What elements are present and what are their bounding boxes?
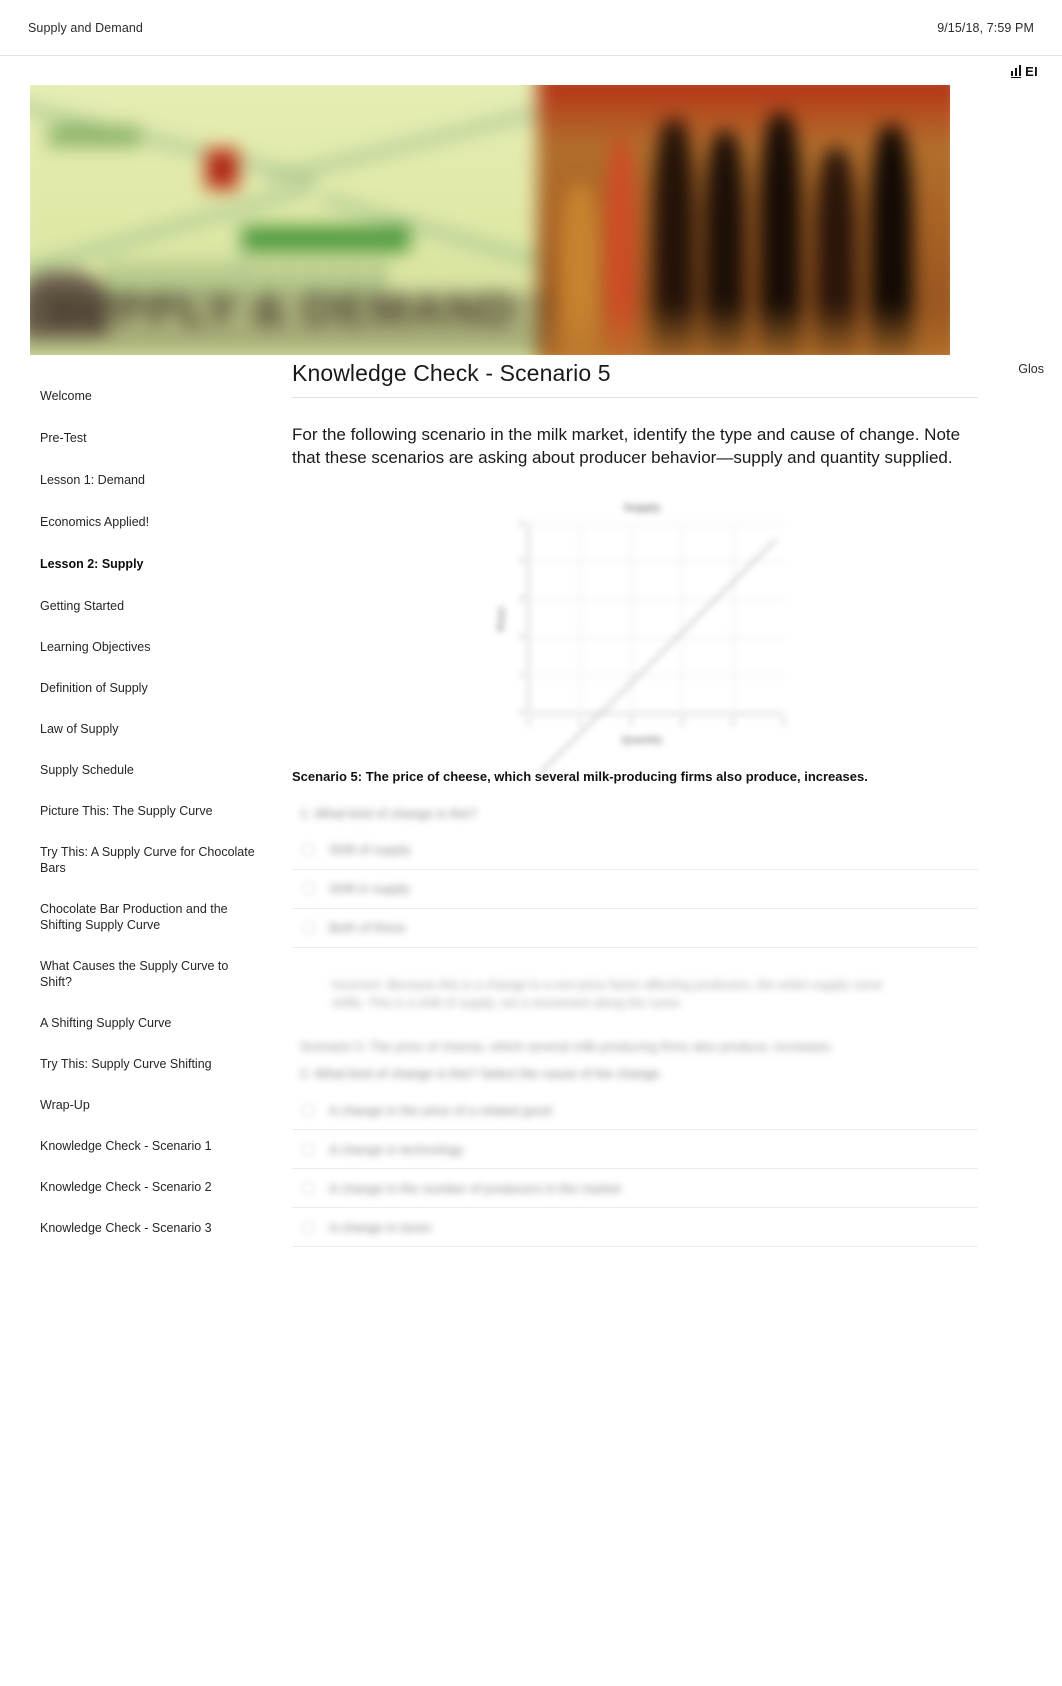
chart-y-tick: 2 bbox=[519, 632, 524, 642]
chart-title: Supply bbox=[623, 501, 661, 514]
sidebar-item-chocolate-bar-production[interactable]: Chocolate Bar Production and the Shiftin… bbox=[40, 901, 255, 933]
sidebar-item-try-this-chocolate-bars[interactable]: Try This: A Supply Curve for Chocolate B… bbox=[40, 844, 255, 876]
main-content: Knowledge Check - Scenario 5 For the fol… bbox=[292, 360, 978, 1251]
sidebar-item-pre-test[interactable]: Pre-Test bbox=[40, 430, 255, 446]
radio-button-icon[interactable] bbox=[302, 1181, 315, 1195]
question-2-option-row[interactable]: A change in taxes bbox=[292, 1208, 978, 1248]
chart-y-tick: 5 bbox=[519, 519, 524, 529]
sidebar-item-lesson-2-supply[interactable]: Lesson 2: Supply bbox=[40, 556, 255, 572]
option-label: Both of these bbox=[329, 920, 406, 936]
chart-x-axis-label: Quantity bbox=[621, 734, 663, 746]
radio-button-icon[interactable] bbox=[302, 921, 315, 935]
question-2-prompt: 2. What kind of change is this? Select t… bbox=[300, 1066, 663, 1082]
question-2-option-row[interactable]: A change in the number of producers in t… bbox=[292, 1169, 978, 1209]
chart-y-tick: 3 bbox=[519, 594, 524, 604]
question-1-option-row[interactable]: Shift in supply bbox=[292, 870, 978, 909]
option-label: A change in taxes bbox=[329, 1219, 432, 1235]
chart-y-tick: 4 bbox=[519, 556, 524, 566]
print-header: Supply and Demand 9/15/18, 7:59 PM bbox=[0, 0, 1062, 56]
title-divider bbox=[292, 397, 978, 398]
sidebar-item-learning-objectives[interactable]: Learning Objectives bbox=[40, 639, 255, 655]
chart-y-tick: 0 bbox=[519, 708, 524, 718]
sidebar-item-picture-this-supply-curve[interactable]: Picture This: The Supply Curve bbox=[40, 803, 255, 819]
banner-market-photo bbox=[537, 85, 950, 355]
sidebar-item-economics-applied[interactable]: Economics Applied! bbox=[40, 514, 255, 530]
option-label: Shift in supply bbox=[329, 881, 410, 897]
sidebar-item-law-of-supply[interactable]: Law of Supply bbox=[40, 721, 255, 737]
chart-plot-area: 0 1 2 3 4 5 0 1 2 3 4 5 bbox=[519, 519, 786, 714]
sidebar-item-knowledge-check-scenario-3[interactable]: Knowledge Check - Scenario 3 bbox=[40, 1220, 255, 1236]
sidebar-item-a-shifting-supply-curve[interactable]: A Shifting Supply Curve bbox=[40, 1015, 255, 1031]
option-label: A change in the price of a related good bbox=[329, 1102, 552, 1118]
document-title: Supply and Demand bbox=[28, 20, 143, 35]
radio-button-icon[interactable] bbox=[302, 1103, 315, 1117]
supply-curve-chart-wrap: Supply Price 0 1 2 3 4 5 0 1 2 3 4 5 Qua… bbox=[292, 492, 978, 762]
question-1-prompt: 1. What kind of change is this? bbox=[300, 805, 478, 821]
glossary-link[interactable]: Glos bbox=[1018, 362, 1044, 376]
course-sidebar-nav: Welcome Pre-Test Lesson 1: Demand Econom… bbox=[0, 378, 290, 1261]
sidebar-item-what-causes-shift[interactable]: What Causes the Supply Curve to Shift? bbox=[40, 958, 255, 990]
question-2-scenario-heading: Scenario 5: The price of cheese, which s… bbox=[300, 1039, 834, 1055]
question-2-option-row[interactable]: A change in technology bbox=[292, 1130, 978, 1170]
option-label: A change in the number of producers in t… bbox=[329, 1180, 621, 1196]
bar-chart-icon bbox=[1010, 65, 1022, 78]
chart-y-axis-label: Price bbox=[496, 606, 508, 631]
brand-logo: EI bbox=[1010, 64, 1038, 79]
question-2-option-row[interactable]: A change in the price of a related good bbox=[292, 1091, 978, 1131]
print-page: Supply and Demand 9/15/18, 7:59 PM EI SU… bbox=[0, 0, 1062, 1686]
sidebar-item-definition-of-supply[interactable]: Definition of Supply bbox=[40, 680, 255, 696]
sidebar-item-knowledge-check-scenario-1[interactable]: Knowledge Check - Scenario 1 bbox=[40, 1138, 255, 1154]
banner-title-text: SUPPLY & DEMAND bbox=[46, 283, 517, 336]
question-1-feedback: Incorrect. Because this is a change in a… bbox=[332, 977, 883, 1011]
intro-paragraph: For the following scenario in the milk m… bbox=[292, 425, 961, 467]
option-label: Shift of supply bbox=[329, 842, 411, 858]
print-timestamp: 9/15/18, 7:59 PM bbox=[937, 20, 1034, 35]
sidebar-item-knowledge-check-scenario-2[interactable]: Knowledge Check - Scenario 2 bbox=[40, 1179, 255, 1195]
page-title: Knowledge Check - Scenario 5 bbox=[292, 360, 611, 386]
sidebar-item-try-this-supply-curve-shifting[interactable]: Try This: Supply Curve Shifting bbox=[40, 1056, 255, 1072]
sidebar-item-supply-schedule[interactable]: Supply Schedule bbox=[40, 762, 255, 778]
radio-button-icon[interactable] bbox=[302, 843, 315, 857]
radio-button-icon[interactable] bbox=[302, 882, 315, 896]
sidebar-item-getting-started[interactable]: Getting Started bbox=[40, 598, 255, 614]
chart-y-tick: 1 bbox=[519, 670, 524, 680]
sidebar-item-lesson-1-demand[interactable]: Lesson 1: Demand bbox=[40, 472, 255, 488]
sidebar-item-wrap-up[interactable]: Wrap-Up bbox=[40, 1097, 255, 1113]
question-1-option-row[interactable]: Both of these bbox=[292, 909, 978, 948]
radio-button-icon[interactable] bbox=[302, 1142, 315, 1156]
question-1-block: 1. What kind of change is this? Shift of… bbox=[292, 806, 978, 1014]
supply-curve-chart: Supply Price 0 1 2 3 4 5 0 1 2 3 4 5 Qua… bbox=[492, 500, 792, 748]
option-label: A change in technology bbox=[329, 1141, 464, 1157]
question-2-block: Scenario 5: The price of cheese, which s… bbox=[292, 1039, 978, 1248]
sidebar-item-welcome[interactable]: Welcome bbox=[40, 388, 255, 404]
question-1-option-row[interactable]: Shift of supply bbox=[292, 831, 978, 870]
radio-button-icon[interactable] bbox=[302, 1220, 315, 1234]
course-banner-image: SUPPLY & DEMAND bbox=[30, 85, 950, 355]
brand-label: EI bbox=[1025, 64, 1038, 79]
